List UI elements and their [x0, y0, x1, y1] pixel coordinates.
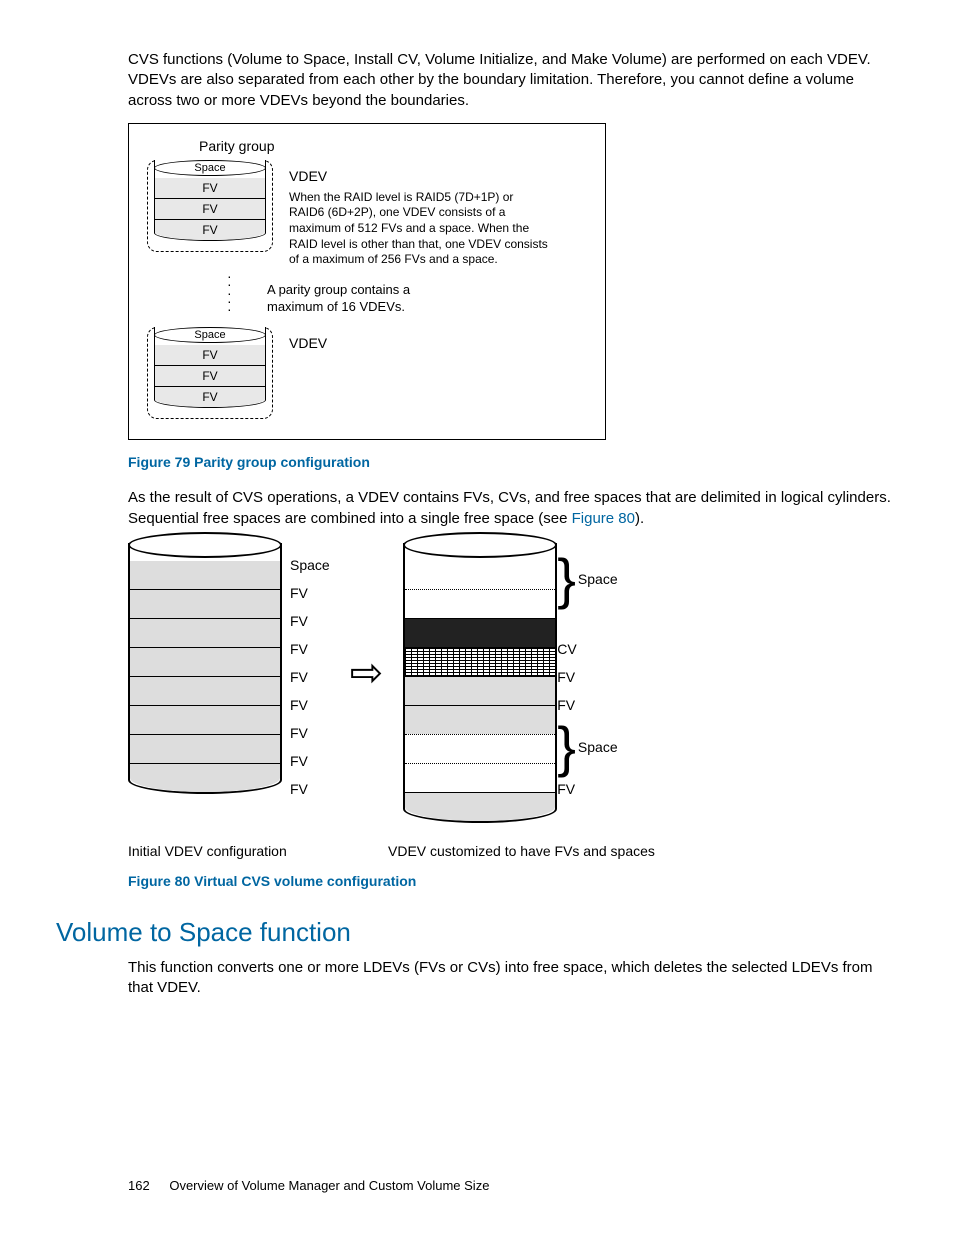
paragraph-volume-to-space: This function converts one or more LDEVs… — [128, 958, 898, 999]
cylinder-row-fv: FV — [155, 386, 265, 407]
cylinder-row-fv: FV — [155, 345, 265, 365]
right-cylinder-labels: }Space CV FV FV }Space FV — [557, 543, 617, 803]
page-footer: 162 Overview of Volume Manager and Custo… — [128, 1178, 489, 1193]
section-heading-volume-to-space: Volume to Space function — [56, 917, 898, 948]
cylinder-bottom: Space FV FV FV — [154, 327, 266, 408]
paragraph-intro: CVS functions (Volume to Space, Install … — [128, 50, 898, 111]
vdev-label-bottom: VDEV — [289, 335, 327, 351]
parity-group-label: Parity group — [199, 138, 587, 154]
vdev-description: When the RAID level is RAID5 (7D+1P) or … — [289, 190, 549, 268]
fig80-right-caption: VDEV customized to have FVs and spaces — [388, 843, 655, 859]
right-cylinder — [403, 543, 557, 823]
cylinder-top-space-label: Space — [154, 160, 266, 176]
cylinder-row-fv: FV — [155, 219, 265, 240]
parity-group-note: A parity group contains a maximum of 16 … — [267, 282, 587, 316]
cylinder-row-fv: FV — [155, 365, 265, 386]
vdev-dashed-container-top: Space FV FV FV — [147, 160, 273, 252]
left-cylinder-labels: Space FV FV FV FV FV FV FV FV — [290, 543, 330, 803]
figure-79-caption: Figure 79 Parity group configuration — [128, 454, 898, 470]
figure-79-diagram: Parity group Space FV FV FV VDEV When th… — [128, 123, 606, 441]
cylinder-row-fv: FV — [155, 178, 265, 198]
figure-80-caption: Figure 80 Virtual CVS volume configurati… — [128, 873, 898, 889]
figure-80-xref-link[interactable]: Figure 80 — [572, 510, 635, 527]
cylinder-bottom-space-label: Space — [154, 327, 266, 343]
fig80-left-caption: Initial VDEV configuration — [128, 843, 388, 859]
vdev-dashed-container-bottom: Space FV FV FV — [147, 327, 273, 419]
cylinder-top: Space FV FV FV — [154, 160, 266, 241]
vdev-label-top: VDEV — [289, 168, 549, 184]
paragraph-after-fig79: As the result of CVS operations, a VDEV … — [128, 488, 898, 529]
arrow-right-icon: ⇨ — [350, 653, 384, 693]
figure-80-diagram: Space FV FV FV FV FV FV FV FV ⇨ — [128, 543, 848, 859]
footer-chapter-title: Overview of Volume Manager and Custom Vo… — [169, 1178, 489, 1193]
left-cylinder — [128, 543, 282, 794]
cylinder-row-fv: FV — [155, 198, 265, 219]
page-number: 162 — [128, 1178, 150, 1193]
